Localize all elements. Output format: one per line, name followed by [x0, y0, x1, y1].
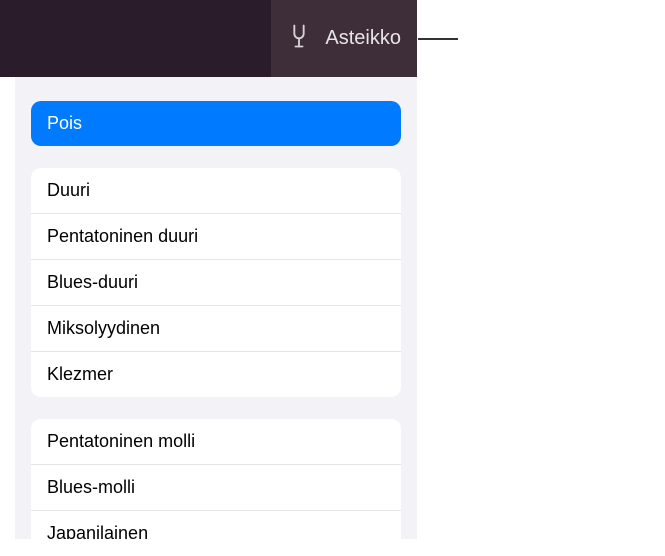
scale-button[interactable]: Asteikko: [271, 0, 417, 77]
scale-item-label: Pois: [47, 113, 82, 133]
scale-item-pentatonic-minor[interactable]: Pentatoninen molli: [31, 419, 401, 465]
scale-item-blues-minor[interactable]: Blues-molli: [31, 465, 401, 511]
scale-item-label: Pentatoninen duuri: [47, 226, 198, 246]
scale-item-label: Klezmer: [47, 364, 113, 384]
scale-item-label: Miksolyydinen: [47, 318, 160, 338]
top-toolbar: Asteikko: [0, 0, 417, 77]
scale-item-label: Pentatoninen molli: [47, 431, 195, 451]
scale-item-pentatonic-major[interactable]: Pentatoninen duuri: [31, 214, 401, 260]
scale-item-off[interactable]: Pois: [31, 101, 401, 146]
scale-item-klezmer[interactable]: Klezmer: [31, 352, 401, 397]
scale-item-label: Blues-duuri: [47, 272, 138, 292]
scale-group-off: Pois: [31, 101, 401, 146]
scale-item-label: Japanilainen: [47, 523, 148, 539]
scale-item-blues-major[interactable]: Blues-duuri: [31, 260, 401, 306]
scale-group-minor: Pentatoninen molli Blues-molli Japanilai…: [31, 419, 401, 539]
scale-item-japanese[interactable]: Japanilainen: [31, 511, 401, 539]
scale-item-major[interactable]: Duuri: [31, 168, 401, 214]
scale-button-label: Asteikko: [325, 27, 401, 50]
callout-line: [418, 38, 458, 40]
scale-item-mixolydian[interactable]: Miksolyydinen: [31, 306, 401, 352]
scale-group-major: Duuri Pentatoninen duuri Blues-duuri Mik…: [31, 168, 401, 397]
scale-item-label: Duuri: [47, 180, 90, 200]
scale-panel: Pois Duuri Pentatoninen duuri Blues-duur…: [15, 77, 417, 539]
scale-item-label: Blues-molli: [47, 477, 135, 497]
tuning-fork-icon: [285, 22, 313, 56]
